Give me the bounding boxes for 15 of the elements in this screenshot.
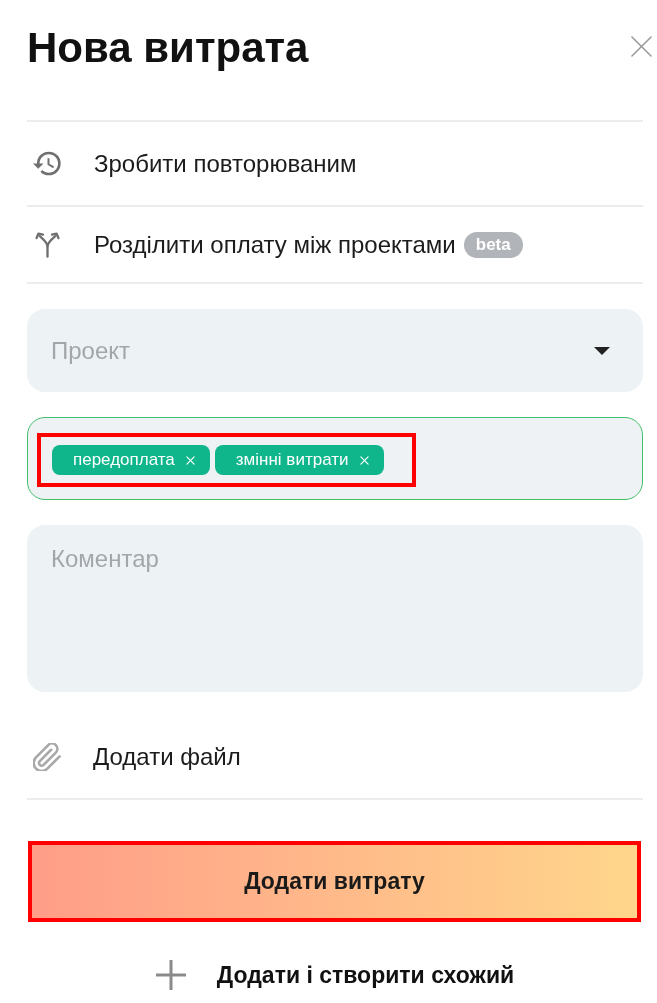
caret-icon	[594, 347, 610, 355]
project-select[interactable]: Проект	[27, 309, 643, 392]
split-arrows-icon	[33, 231, 62, 258]
plus-icon	[155, 960, 186, 990]
paperclip-icon	[33, 743, 61, 771]
dialog-title: Нова витрата	[27, 24, 309, 72]
beta-badge: beta	[463, 231, 523, 258]
recurring-option[interactable]: Зробити повторюваним	[27, 149, 357, 178]
comment-field[interactable]: Коментар	[27, 525, 643, 692]
add-expense-button[interactable]: Додати витрату	[32, 845, 637, 918]
close-icon[interactable]	[631, 36, 652, 57]
history-icon	[33, 150, 62, 177]
add-file-button[interactable]: Додати файл	[27, 743, 241, 771]
add-and-create-similar-button[interactable]: Додати і створити схожий	[155, 960, 515, 990]
split-payment-option[interactable]: Розділити оплату між проектами	[27, 230, 456, 259]
